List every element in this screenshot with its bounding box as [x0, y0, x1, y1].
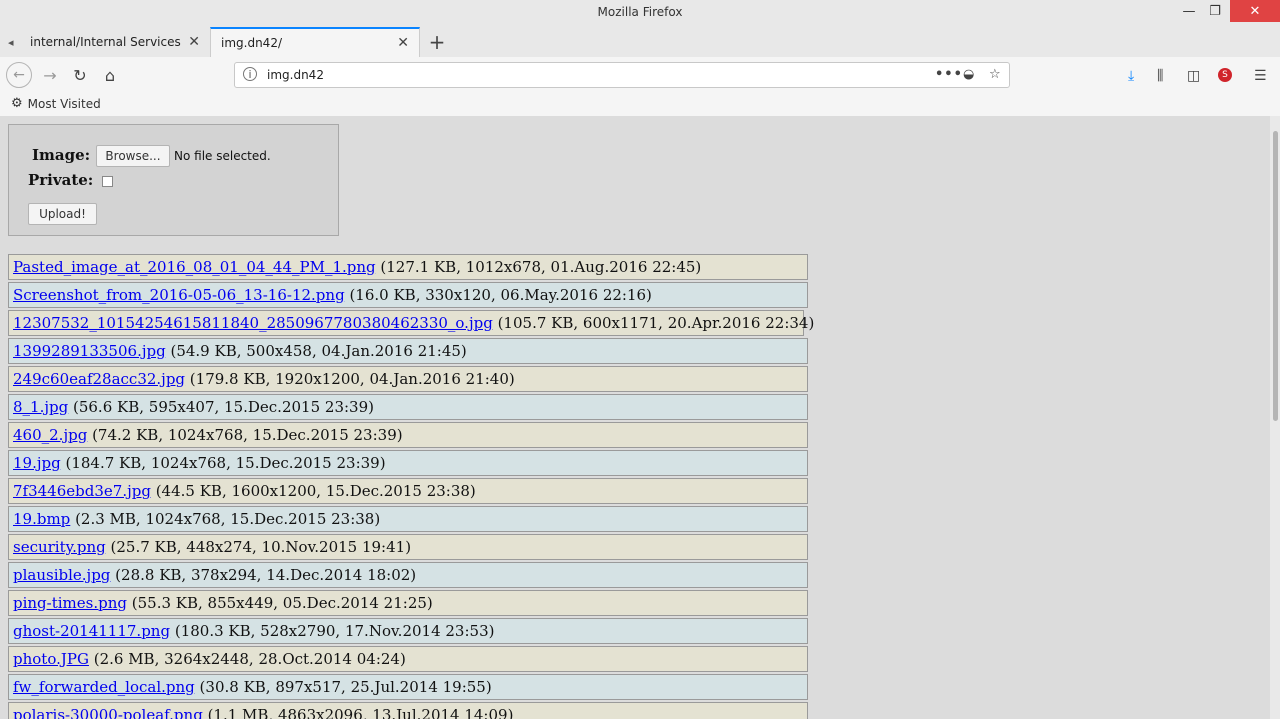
- url-bar[interactable]: i img.dn42 ••• ◒ ☆: [234, 62, 1010, 88]
- home-icon[interactable]: ⌂: [98, 63, 122, 87]
- file-info: (184.7 KB, 1024x768, 15.Dec.2015 23:39): [60, 454, 386, 472]
- file-link[interactable]: security.png: [13, 538, 106, 556]
- file-list-item: ping-times.png (55.3 KB, 855x449, 05.Dec…: [8, 590, 808, 616]
- file-info: (16.0 KB, 330x120, 06.May.2016 22:16): [344, 286, 652, 304]
- window-titlebar: Mozilla Firefox — ❐ ✕: [0, 0, 1280, 25]
- file-info: (180.3 KB, 528x2790, 17.Nov.2014 23:53): [170, 622, 495, 640]
- page-actions-icon[interactable]: •••: [935, 67, 963, 82]
- maximize-button[interactable]: ❐: [1202, 0, 1228, 22]
- file-list-item: 8_1.jpg (56.6 KB, 595x407, 15.Dec.2015 2…: [8, 394, 808, 420]
- file-info: (2.6 MB, 3264x2448, 28.Oct.2014 04:24): [88, 650, 406, 668]
- browse-button[interactable]: Browse...: [96, 145, 170, 167]
- file-link[interactable]: 249c60eaf28acc32.jpg: [13, 370, 185, 388]
- file-info: (74.2 KB, 1024x768, 15.Dec.2015 23:39): [87, 426, 403, 444]
- close-window-button[interactable]: ✕: [1230, 0, 1280, 22]
- upload-button[interactable]: Upload!: [28, 203, 97, 225]
- file-info: (44.5 KB, 1600x1200, 15.Dec.2015 23:38): [150, 482, 476, 500]
- file-link[interactable]: 19.bmp: [13, 510, 70, 528]
- file-list-item: 7f3446ebd3e7.jpg (44.5 KB, 1600x1200, 15…: [8, 478, 808, 504]
- navigation-toolbar: ← → ↻ ⌂ i img.dn42 ••• ◒ ☆ ⤓ ⫼ ◫ S ☰: [0, 57, 1280, 93]
- reload-icon[interactable]: ↻: [68, 63, 92, 87]
- scrollbar-thumb[interactable]: [1273, 131, 1278, 421]
- file-link[interactable]: ping-times.png: [13, 594, 127, 612]
- file-list-item: 460_2.jpg (74.2 KB, 1024x768, 15.Dec.201…: [8, 422, 808, 448]
- file-list-item: 12307532_10154254615811840_2850967780380…: [8, 310, 814, 336]
- page-content: Image: Browse... No file selected. Priva…: [0, 116, 1270, 719]
- file-list-item: Pasted_image_at_2016_08_01_04_44_PM_1.pn…: [8, 254, 808, 280]
- file-link[interactable]: ghost-20141117.png: [13, 622, 170, 640]
- file-list-item: ghost-20141117.png (180.3 KB, 528x2790, …: [8, 618, 808, 644]
- private-label: Private:: [28, 171, 94, 189]
- file-info: (25.7 KB, 448x274, 10.Nov.2015 19:41): [105, 538, 412, 556]
- pocket-icon[interactable]: ◒: [963, 67, 974, 82]
- file-list-item: 1399289133506.jpg (54.9 KB, 500x458, 04.…: [8, 338, 808, 364]
- file-list-item: 249c60eaf28acc32.jpg (179.8 KB, 1920x120…: [8, 366, 808, 392]
- new-tab-plus-icon[interactable]: +: [428, 30, 446, 54]
- most-visited-label: Most Visited: [27, 96, 101, 111]
- file-link[interactable]: fw_forwarded_local.png: [13, 678, 195, 696]
- file-info: (179.8 KB, 1920x1200, 04.Jan.2016 21:40): [185, 370, 515, 388]
- file-info: (54.9 KB, 500x458, 04.Jan.2016 21:45): [165, 342, 467, 360]
- url-text[interactable]: img.dn42: [267, 68, 324, 82]
- file-link[interactable]: Pasted_image_at_2016_08_01_04_44_PM_1.pn…: [13, 258, 376, 276]
- tab-internal-services[interactable]: ◂ internal/Internal Services ✕: [0, 27, 210, 57]
- file-info: (105.7 KB, 600x1171, 20.Apr.2016 22:34): [492, 314, 815, 332]
- file-link[interactable]: 460_2.jpg: [13, 426, 87, 444]
- file-link[interactable]: polaris-30000-poleaf.png: [13, 706, 203, 719]
- file-list-item: 19.jpg (184.7 KB, 1024x768, 15.Dec.2015 …: [8, 450, 808, 476]
- image-label: Image:: [32, 146, 91, 164]
- file-list-item: security.png (25.7 KB, 448x274, 10.Nov.2…: [8, 534, 808, 560]
- menu-icon[interactable]: ☰: [1254, 68, 1267, 84]
- forward-icon[interactable]: →: [38, 63, 62, 87]
- download-icon[interactable]: ⤓: [1128, 68, 1134, 84]
- private-checkbox[interactable]: [102, 176, 113, 187]
- file-list-item: Screenshot_from_2016-05-06_13-16-12.png …: [8, 282, 808, 308]
- file-info: (1.1 MB, 4863x2096, 13.Jul.2014 14:09): [202, 706, 514, 719]
- file-info: (28.8 KB, 378x294, 14.Dec.2014 18:02): [110, 566, 417, 584]
- site-info-icon[interactable]: i: [243, 67, 257, 81]
- file-info: (30.8 KB, 897x517, 25.Jul.2014 19:55): [194, 678, 492, 696]
- bookmark-star-icon[interactable]: ☆: [989, 67, 1001, 82]
- file-link[interactable]: 1399289133506.jpg: [13, 342, 166, 360]
- tab-bar: ◂ internal/Internal Services ✕ img.dn42/…: [0, 25, 1280, 57]
- tab-label: internal/Internal Services: [30, 35, 181, 49]
- file-info: (127.1 KB, 1012x678, 01.Aug.2016 22:45): [375, 258, 702, 276]
- extension-icon[interactable]: S: [1218, 68, 1232, 82]
- library-icon[interactable]: ⫼: [1157, 68, 1163, 84]
- file-list-item: photo.JPG (2.6 MB, 3264x2448, 28.Oct.201…: [8, 646, 808, 672]
- file-link[interactable]: 7f3446ebd3e7.jpg: [13, 482, 151, 500]
- tab-favicon-icon: ◂: [8, 35, 14, 49]
- file-link[interactable]: 12307532_10154254615811840_2850967780380…: [13, 314, 493, 332]
- most-visited-bookmark[interactable]: ⚙ Most Visited: [11, 96, 101, 111]
- file-link[interactable]: photo.JPG: [13, 650, 89, 668]
- file-info: (56.6 KB, 595x407, 15.Dec.2015 23:39): [68, 398, 374, 416]
- file-link[interactable]: 19.jpg: [13, 454, 61, 472]
- close-tab-icon[interactable]: ✕: [188, 34, 200, 50]
- window-title: Mozilla Firefox: [597, 5, 683, 19]
- file-link[interactable]: 8_1.jpg: [13, 398, 68, 416]
- sidebar-icon[interactable]: ◫: [1187, 68, 1200, 84]
- tab-label: img.dn42/: [221, 36, 282, 50]
- file-link[interactable]: Screenshot_from_2016-05-06_13-16-12.png: [13, 286, 345, 304]
- file-info: (2.3 MB, 1024x768, 15.Dec.2015 23:38): [70, 510, 381, 528]
- file-link[interactable]: plausible.jpg: [13, 566, 110, 584]
- file-list-item: polaris-30000-poleaf.png (1.1 MB, 4863x2…: [8, 702, 808, 719]
- close-tab-icon[interactable]: ✕: [397, 35, 409, 51]
- gear-icon: ⚙: [11, 96, 23, 111]
- page-scrollbar[interactable]: [1270, 116, 1280, 719]
- minimize-button[interactable]: —: [1176, 0, 1202, 22]
- file-list-item: 19.bmp (2.3 MB, 1024x768, 15.Dec.2015 23…: [8, 506, 808, 532]
- file-info: (55.3 KB, 855x449, 05.Dec.2014 21:25): [127, 594, 433, 612]
- no-file-status: No file selected.: [174, 149, 271, 163]
- file-list-item: plausible.jpg (28.8 KB, 378x294, 14.Dec.…: [8, 562, 808, 588]
- bookmarks-toolbar: ⚙ Most Visited: [0, 93, 1280, 117]
- back-icon[interactable]: ←: [6, 62, 32, 88]
- upload-form: Image: Browse... No file selected. Priva…: [8, 124, 339, 236]
- file-list-item: fw_forwarded_local.png (30.8 KB, 897x517…: [8, 674, 808, 700]
- tab-img-dn42[interactable]: img.dn42/ ✕: [210, 27, 420, 57]
